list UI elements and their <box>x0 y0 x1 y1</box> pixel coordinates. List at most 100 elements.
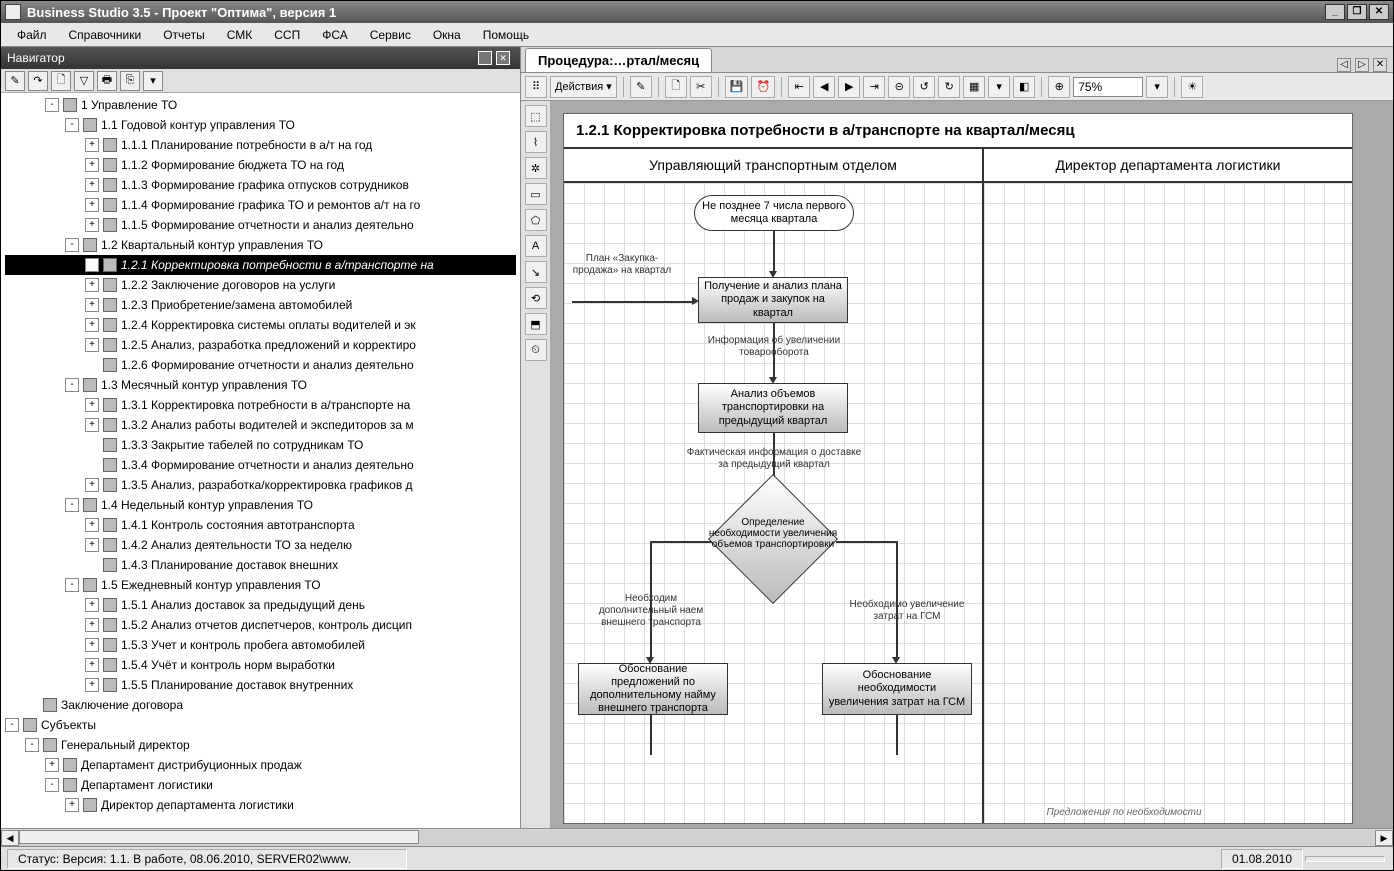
pin-icon[interactable] <box>478 51 492 65</box>
nav-tool-filter-icon[interactable]: ▽ <box>74 71 94 91</box>
tree-item[interactable]: +1.5.1 Анализ доставок за предыдущий ден… <box>5 595 516 615</box>
tree-item[interactable]: -1.2 Квартальный контур управления ТО <box>5 235 516 255</box>
tree-expander-icon[interactable]: + <box>85 598 99 612</box>
tree-item[interactable]: -Генеральный директор <box>5 735 516 755</box>
tree-expander-icon[interactable]: + <box>85 618 99 632</box>
tree-expander-icon[interactable]: + <box>85 218 99 232</box>
step-2[interactable]: Анализ объемов транспортировки на предыд… <box>698 383 848 433</box>
menu-file[interactable]: Файл <box>7 25 57 45</box>
tool-new-icon[interactable]: 🗋 <box>665 76 687 98</box>
menu-smk[interactable]: СМК <box>217 25 263 45</box>
tree-expander-icon[interactable]: + <box>85 338 99 352</box>
tool-redo-icon[interactable]: ↻ <box>938 76 960 98</box>
tab-procedure[interactable]: Процедура:…ртал/месяц <box>525 48 712 72</box>
vtool-arrow-icon[interactable]: ↘ <box>525 261 547 283</box>
tree-item[interactable]: +1.1.3 Формирование графика отпусков сот… <box>5 175 516 195</box>
nav-tool-dropdown-icon[interactable]: ▾ <box>143 71 163 91</box>
nav-tool-forward-icon[interactable]: ↷ <box>28 71 48 91</box>
tree-item[interactable]: +1.2.4 Корректировка системы оплаты води… <box>5 315 516 335</box>
tree-expander-icon[interactable]: + <box>85 638 99 652</box>
tool-cut-icon[interactable]: ✂ <box>690 76 712 98</box>
tree-item[interactable]: -Субъекты <box>5 715 516 735</box>
tree-expander-icon[interactable]: + <box>85 418 99 432</box>
tree-item[interactable]: -1.3 Месячный контур управления ТО <box>5 375 516 395</box>
tree-expander-icon[interactable]: - <box>65 118 79 132</box>
vtool-poly-icon[interactable]: ⬠ <box>525 209 547 231</box>
tool-save-icon[interactable]: 💾 <box>725 76 749 98</box>
close-button[interactable]: ✕ <box>1369 4 1389 20</box>
tree-expander-icon[interactable]: - <box>45 98 59 112</box>
step-1[interactable]: Получение и анализ плана продаж и закупо… <box>698 277 848 323</box>
tab-close-icon[interactable]: ✕ <box>1373 58 1387 72</box>
tree-expander-icon[interactable]: + <box>85 278 99 292</box>
tree-expander-icon[interactable]: - <box>65 378 79 392</box>
tree-item[interactable]: +1.1.1 Планирование потребности в а/т на… <box>5 135 516 155</box>
menu-service[interactable]: Сервис <box>360 25 421 45</box>
tree-expander-icon[interactable]: - <box>65 238 79 252</box>
menu-windows[interactable]: Окна <box>423 25 471 45</box>
tree-item[interactable]: +1.1.4 Формирование графика ТО и ремонто… <box>5 195 516 215</box>
vtool-fill-icon[interactable]: ⬒ <box>525 313 547 335</box>
tree-item[interactable]: +1.1.5 Формирование отчетности и анализ … <box>5 215 516 235</box>
tree-expander-icon[interactable]: + <box>65 798 79 812</box>
vtool-loop-icon[interactable]: ⟲ <box>525 287 547 309</box>
tree-item[interactable]: +Департамент дистрибуционных продаж <box>5 755 516 775</box>
tool-undo-icon[interactable]: ↺ <box>913 76 935 98</box>
tree-item[interactable]: +1.2.1 Корректировка потребности в а/тра… <box>5 255 516 275</box>
navigator-close-icon[interactable]: ✕ <box>496 51 510 65</box>
tree-item[interactable]: +1.2.5 Анализ, разработка предложений и … <box>5 335 516 355</box>
tree-item[interactable]: +Директор департамента логистики <box>5 795 516 815</box>
menu-reports[interactable]: Отчеты <box>153 25 214 45</box>
nav-tool-edit-icon[interactable]: ✎ <box>5 71 25 91</box>
menu-help[interactable]: Помощь <box>473 25 539 45</box>
tool-prev-icon[interactable]: ◀ <box>813 76 835 98</box>
vtool-rect-icon[interactable]: ▭ <box>525 183 547 205</box>
vtool-line-icon[interactable]: ⌇ <box>525 131 547 153</box>
tree-expander-icon[interactable]: + <box>85 158 99 172</box>
tree-item[interactable]: 1.3.4 Формирование отчетности и анализ д… <box>5 455 516 475</box>
tree-item[interactable]: +1.5.3 Учет и контроль пробега автомобил… <box>5 635 516 655</box>
vtool-select-icon[interactable]: ⬚ <box>525 105 547 127</box>
tree-item[interactable]: +1.4.1 Контроль состояния автотранспорта <box>5 515 516 535</box>
step-3b[interactable]: Обоснование необходимости увеличения зат… <box>822 663 972 715</box>
tree-item[interactable]: -1.4 Недельный контур управления ТО <box>5 495 516 515</box>
vtool-timer-icon[interactable]: ⏲ <box>525 339 547 361</box>
tree-item[interactable]: +1.2.2 Заключение договоров на услуги <box>5 275 516 295</box>
tree-item[interactable]: -1.5 Ежедневный контур управления ТО <box>5 575 516 595</box>
vtool-node-icon[interactable]: ✲ <box>525 157 547 179</box>
tool-zoomout-icon[interactable]: ⊝ <box>888 76 910 98</box>
tool-grid-icon[interactable]: ▦ <box>963 76 985 98</box>
tool-next-icon[interactable]: ▶ <box>838 76 860 98</box>
tree-expander-icon[interactable]: + <box>85 258 99 272</box>
tool-last-icon[interactable]: ⇥ <box>863 76 885 98</box>
tree-item[interactable]: +1.5.4 Учёт и контроль норм выработки <box>5 655 516 675</box>
tree-item[interactable]: +1.5.2 Анализ отчетов диспетчеров, контр… <box>5 615 516 635</box>
vtool-text-icon[interactable]: A <box>525 235 547 257</box>
tab-prev-icon[interactable]: ◁ <box>1337 58 1351 72</box>
tree-item[interactable]: +1.1.2 Формирование бюджета ТО на год <box>5 155 516 175</box>
tree-expander-icon[interactable]: - <box>65 498 79 512</box>
tree-expander-icon[interactable]: - <box>5 718 19 732</box>
nav-tool-print-icon[interactable]: 🖶 <box>97 71 117 91</box>
tool-highlight-icon[interactable]: ☀ <box>1181 76 1203 98</box>
nav-tool-new-icon[interactable]: 🗋 <box>51 71 71 91</box>
tree-expander-icon[interactable]: + <box>85 398 99 412</box>
diagram-scroll[interactable]: 1.2.1 Корректировка потребности в а/тран… <box>551 101 1393 828</box>
tree-item[interactable]: 1.3.3 Закрытие табелей по сотрудникам ТО <box>5 435 516 455</box>
tree-item[interactable]: 1.4.3 Планирование доставок внешних <box>5 555 516 575</box>
tree-item[interactable]: +1.3.1 Корректировка потребности в а/тра… <box>5 395 516 415</box>
tool-panel-icon[interactable]: ◧ <box>1013 76 1035 98</box>
tree-item[interactable]: +1.4.2 Анализ деятельности ТО за неделю <box>5 535 516 555</box>
tree-expander-icon[interactable]: + <box>85 658 99 672</box>
tool-zoomin-icon[interactable]: ⊕ <box>1048 76 1070 98</box>
hscroll-left-icon[interactable]: ◀ <box>1 830 19 846</box>
tree-item[interactable]: +1.3.5 Анализ, разработка/корректировка … <box>5 475 516 495</box>
hscroll-thumb[interactable] <box>19 830 419 844</box>
tree-item[interactable]: -1 Управление ТО <box>5 95 516 115</box>
navigator-tree[interactable]: -1 Управление ТО-1.1 Годовой контур упра… <box>1 93 520 828</box>
hscroll-track[interactable] <box>19 830 1375 846</box>
tree-item[interactable]: +1.2.3 Приобретение/замена автомобилей <box>5 295 516 315</box>
tree-expander-icon[interactable]: - <box>65 578 79 592</box>
restore-button[interactable]: ❐ <box>1347 4 1367 20</box>
tree-expander-icon[interactable]: + <box>85 298 99 312</box>
